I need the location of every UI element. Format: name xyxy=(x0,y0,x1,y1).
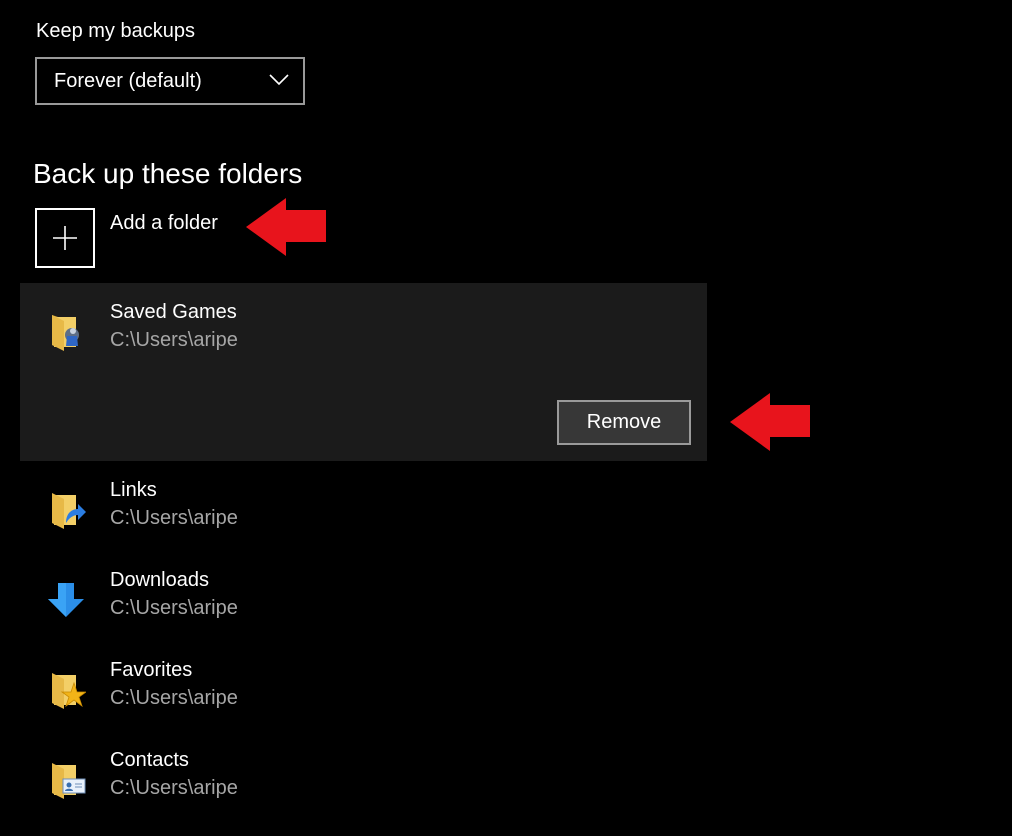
folder-item-contacts[interactable]: Contacts C:\Users\aripe xyxy=(20,731,707,821)
backup-options-page: Keep my backups Forever (default) Back u… xyxy=(0,0,1012,836)
download-arrow-icon xyxy=(48,583,84,617)
folder-path: C:\Users\aripe xyxy=(110,687,238,709)
folder-item-favorites[interactable]: Favorites C:\Users\aripe xyxy=(20,641,707,731)
contacts-folder-icon xyxy=(52,763,86,799)
folder-name: Favorites xyxy=(110,659,193,681)
folder-item-downloads[interactable]: Downloads C:\Users\aripe xyxy=(20,551,707,641)
folder-item-saved-games[interactable]: Saved Games C:\Users\aripe Remove xyxy=(20,283,707,461)
folder-path: C:\Users\aripe xyxy=(110,597,238,619)
annotation-arrow-left-icon xyxy=(246,198,326,256)
folder-item-links[interactable]: Links C:\Users\aripe xyxy=(20,461,707,551)
keep-backups-selected-value: Forever (default) xyxy=(54,70,202,92)
add-folder-button[interactable]: Add a folder xyxy=(35,208,275,268)
chevron-down-icon xyxy=(269,74,289,86)
add-folder-box[interactable] xyxy=(35,208,95,268)
keep-backups-dropdown[interactable]: Forever (default) xyxy=(35,57,305,105)
folder-path: C:\Users\aripe xyxy=(110,507,238,529)
folder-name: Links xyxy=(110,479,157,501)
folder-name: Contacts xyxy=(110,749,189,771)
plus-icon xyxy=(53,226,77,250)
folder-name: Saved Games xyxy=(110,301,237,323)
folder-name: Downloads xyxy=(110,569,209,591)
folder-path: C:\Users\aripe xyxy=(110,329,238,351)
add-folder-label: Add a folder xyxy=(110,212,218,234)
saved-games-folder-icon xyxy=(52,315,79,351)
folder-path: C:\Users\aripe xyxy=(110,777,238,799)
remove-button[interactable]: Remove xyxy=(557,400,691,445)
section-title: Back up these folders xyxy=(33,158,303,189)
annotation-arrow-left-icon xyxy=(730,393,810,451)
links-folder-icon xyxy=(52,493,86,529)
keep-backups-label: Keep my backups xyxy=(36,20,195,42)
favorites-folder-icon xyxy=(52,673,86,709)
